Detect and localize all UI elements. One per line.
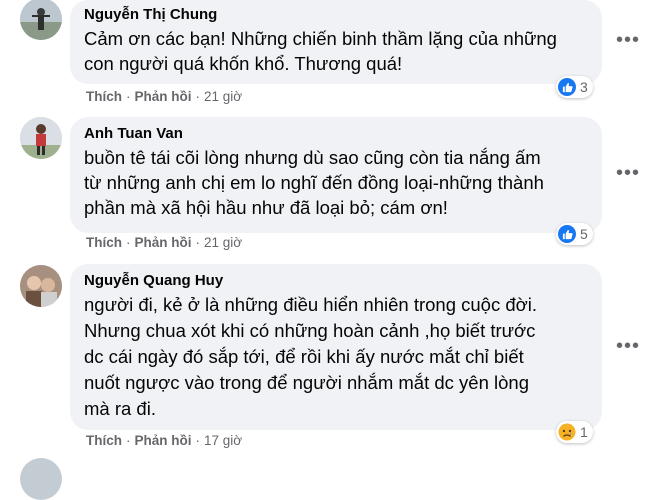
reaction-count: 5 <box>580 226 588 242</box>
more-options-icon[interactable]: ••• <box>612 330 644 362</box>
separator: · <box>126 433 131 448</box>
separator: · <box>195 433 201 448</box>
like-button[interactable]: Thích <box>86 89 122 104</box>
separator: · <box>195 235 201 250</box>
comment-author[interactable]: Nguyễn Quang Huy <box>84 272 588 290</box>
comment-time[interactable]: 21 giờ <box>204 89 242 104</box>
comment-time[interactable]: 21 giờ <box>204 235 242 250</box>
reaction-summary[interactable]: 1 <box>556 421 593 443</box>
comment-author[interactable]: Nguyễn Thị Chung <box>84 6 588 24</box>
comment-bubble: Nguyễn Quang Huy người đi, kẻ ở là những… <box>70 264 602 430</box>
comment-actions: Thích · Phản hồi · 17 giờ <box>86 433 242 449</box>
separator: · <box>195 89 201 104</box>
comment-author[interactable]: Anh Tuan Van <box>84 125 588 143</box>
comment-time[interactable]: 17 giờ <box>204 433 242 448</box>
reaction-count: 1 <box>580 424 588 440</box>
reply-button[interactable]: Phản hồi <box>135 235 192 250</box>
more-options-icon[interactable]: ••• <box>612 157 644 189</box>
comment-text: buồn tê tái cõi lòng nhưng dù sao cũng c… <box>84 147 544 218</box>
avatar[interactable] <box>20 117 62 159</box>
separator: · <box>126 235 131 250</box>
comment-actions: Thích · Phản hồi · 21 giờ <box>86 235 242 251</box>
separator: · <box>126 89 131 104</box>
comment-bubble: Anh Tuan Van buồn tê tái cõi lòng nhưng … <box>70 117 602 233</box>
reply-button[interactable]: Phản hồi <box>135 89 192 104</box>
comment-text: người đi, kẻ ở là những điều hiển nhiên … <box>84 294 538 419</box>
comment-text: Cảm ơn các bạn! Những chiến binh thầm lặ… <box>84 28 557 74</box>
comment-actions: Thích · Phản hồi · 21 giờ <box>86 89 242 105</box>
reaction-summary[interactable]: 3 <box>556 76 593 98</box>
like-icon <box>558 225 576 243</box>
avatar[interactable] <box>20 458 62 500</box>
avatar[interactable] <box>20 0 62 40</box>
comment-bubble: Nguyễn Thị Chung Cảm ơn các bạn! Những c… <box>70 0 602 84</box>
reaction-summary[interactable]: 5 <box>556 223 593 245</box>
like-button[interactable]: Thích <box>86 235 122 250</box>
more-options-icon[interactable]: ••• <box>612 24 644 56</box>
avatar[interactable] <box>20 265 62 307</box>
reaction-count: 3 <box>580 79 588 95</box>
reply-button[interactable]: Phản hồi <box>135 433 192 448</box>
like-button[interactable]: Thích <box>86 433 122 448</box>
sad-icon <box>558 423 576 441</box>
like-icon <box>558 78 576 96</box>
